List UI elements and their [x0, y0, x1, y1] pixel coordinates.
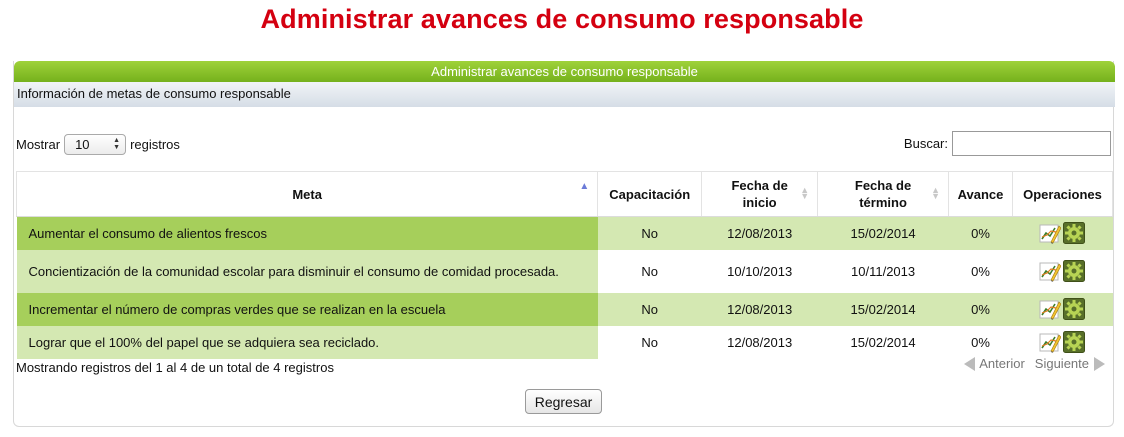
capacitacion-cell: No: [597, 325, 702, 359]
fecha-inicio-cell: 12/08/2013: [701, 216, 818, 250]
main-panel: Administrar avances de consumo responsab…: [13, 61, 1115, 427]
length-menu-prefix: Mostrar: [16, 136, 61, 152]
fecha-termino-cell: 15/02/2014: [817, 216, 949, 250]
next-page-button[interactable]: Siguiente: [1035, 356, 1089, 371]
settings-gear-icon[interactable]: [1063, 222, 1086, 245]
table-row: Incrementar el número de compras verdes …: [16, 292, 1113, 326]
meta-cell: Incrementar el número de compras verdes …: [16, 292, 598, 326]
capacitacion-cell: No: [597, 292, 702, 326]
edit-chart-icon[interactable]: [1039, 260, 1062, 282]
capacitacion-cell: No: [597, 249, 702, 293]
column-header-operaciones: Operaciones: [1012, 171, 1114, 217]
avance-cell: 0%: [948, 325, 1013, 359]
fecha-inicio-cell: 12/08/2013: [701, 292, 818, 326]
fecha-termino-cell: 10/11/2013: [817, 249, 949, 293]
goals-table: Meta ▲ Capacitación Fecha de inicio ▲ ▼ F…: [15, 171, 1114, 359]
fecha-inicio-cell: 12/08/2013: [701, 325, 818, 359]
operaciones-cell: [1012, 249, 1113, 293]
panel-header: Administrar avances de consumo responsab…: [14, 61, 1115, 82]
edit-chart-icon[interactable]: [1039, 331, 1062, 353]
avance-cell: 0%: [948, 292, 1013, 326]
select-arrows-icon: ▲ ▼: [113, 136, 121, 151]
pagination: Anterior Siguiente: [964, 356, 1105, 371]
table-row: Aumentar el consumo de alientos frescos …: [16, 216, 1113, 250]
search-label: Buscar:: [903, 136, 948, 151]
panel-subheader: Información de metas de consumo responsa…: [14, 82, 1115, 107]
table-header-row: Meta ▲ Capacitación Fecha de inicio ▲ ▼ F…: [15, 171, 1114, 217]
previous-arrow-icon[interactable]: [964, 356, 976, 371]
search-area: Buscar:: [904, 131, 1111, 156]
column-header-meta[interactable]: Meta ▲: [15, 171, 599, 217]
meta-cell: Lograr que el 100% del papel que se adqu…: [16, 325, 598, 359]
sort-ascending-icon: ▲: [579, 181, 590, 192]
meta-cell: Concientización de la comunidad escolar …: [16, 249, 598, 293]
table-row: Concientización de la comunidad escolar …: [16, 249, 1113, 293]
column-header-fecha-inicio[interactable]: Fecha de inicio ▲ ▼: [701, 171, 819, 217]
table-info: Mostrando registros del 1 al 4 de un tot…: [16, 360, 334, 375]
capacitacion-cell: No: [597, 216, 702, 250]
back-button[interactable]: Regresar: [525, 389, 602, 414]
previous-page-button[interactable]: Anterior: [979, 356, 1025, 371]
records-per-page-value: 10: [75, 136, 90, 152]
next-arrow-icon[interactable]: [1094, 356, 1105, 371]
length-menu: Mostrar 10 ▲ ▼ registros: [16, 133, 180, 155]
page-title: Administrar avances de consumo responsab…: [260, 4, 864, 34]
settings-gear-icon[interactable]: [1063, 260, 1086, 282]
edit-chart-icon[interactable]: [1039, 298, 1062, 320]
edit-chart-icon[interactable]: [1039, 222, 1062, 245]
operaciones-cell: [1012, 216, 1113, 250]
records-per-page-select[interactable]: 10 ▲ ▼: [64, 133, 127, 155]
fecha-termino-cell: 15/02/2014: [817, 325, 949, 359]
operaciones-cell: [1012, 325, 1113, 359]
table-row: Lograr que el 100% del papel que se adqu…: [16, 325, 1113, 359]
settings-gear-icon[interactable]: [1063, 331, 1086, 353]
sort-both-icon: ▲ ▼: [800, 185, 810, 201]
settings-gear-icon[interactable]: [1063, 298, 1086, 320]
column-header-capacitacion[interactable]: Capacitación: [597, 171, 703, 217]
avance-cell: 0%: [948, 216, 1013, 250]
sort-both-icon: ▲ ▼: [931, 185, 941, 201]
search-input[interactable]: [952, 131, 1111, 156]
meta-cell: Aumentar el consumo de alientos frescos: [16, 216, 598, 250]
fecha-inicio-cell: 10/10/2013: [701, 249, 818, 293]
column-header-fecha-termino[interactable]: Fecha de término ▲ ▼: [817, 171, 950, 217]
avance-cell: 0%: [948, 249, 1013, 293]
column-header-avance[interactable]: Avance: [948, 171, 1013, 217]
fecha-termino-cell: 15/02/2014: [817, 292, 949, 326]
length-menu-suffix: registros: [130, 136, 180, 152]
operaciones-cell: [1012, 292, 1113, 326]
